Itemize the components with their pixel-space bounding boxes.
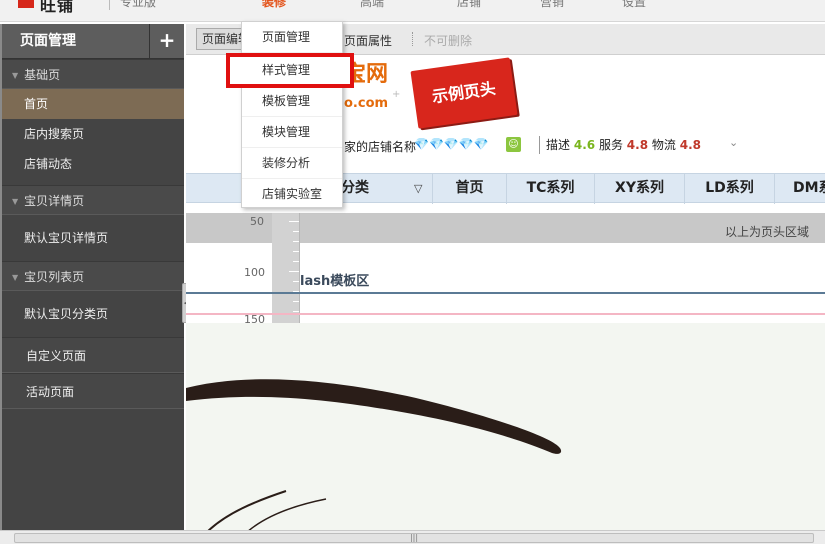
sidebar-header: 页面管理 + [2,24,184,59]
plus-icon[interactable]: + [149,24,184,59]
scrollbar-thumb[interactable]: ||| [14,533,814,543]
triangle-down-icon: ▼ [12,273,19,282]
menu-item-page-manage[interactable]: 页面管理 [242,22,342,53]
menu-item-shop-lab[interactable]: 店铺实验室 [242,179,342,210]
divider [186,313,825,315]
rating-desc-value: 4.6 [573,138,596,152]
sidebar-group-basic[interactable]: ▼ 基础页 [2,59,184,89]
shop-logo-domain: o.com [344,96,389,111]
menu-item-module-manage[interactable]: 模块管理 [242,117,342,148]
banner-text: 示例页头 [430,78,497,107]
nav-item[interactable]: LD系列 [684,174,774,204]
ruler-tick [293,241,299,242]
rating-service-label: 服务 [598,138,623,152]
divider [412,32,413,46]
seller-badge-icon: ☺ [506,137,521,152]
ruler-tick [293,261,299,262]
delete-disabled-label: 不可删除 [424,34,473,48]
ruler-tick [293,281,299,282]
sidebar-group-label: 宝贝列表页 [24,270,85,284]
diamond-icon: 💎💎💎💎💎 [414,137,489,151]
edition-label: 专业版 [120,0,157,9]
divider [109,0,110,10]
nav-item[interactable]: XY系列 [594,174,684,204]
brush-stroke-graphic [186,379,562,530]
nav-item[interactable]: TC系列 [506,174,594,204]
nav-item[interactable]: DM系 [774,174,825,204]
sidebar-item-dynamics[interactable]: 店铺动态 [2,149,184,179]
shop-ratings: 描述 4.6 服务 4.8 物流 4.8 [539,136,701,154]
sidebar: 页面管理 + ▼ 基础页 首页 店内搜索页 店铺动态 ▼ 宝贝详情页 默认宝贝详情页… [0,24,184,530]
tab-marketing[interactable]: 营销 [540,0,564,10]
sample-header-banner: 示例页头 [410,57,518,129]
triangle-down-icon: ▼ [12,71,19,80]
nav-category[interactable]: 分类 [341,174,369,204]
ruler-tick [289,271,299,272]
ruler-label: 100 [244,266,265,279]
plus-icon: + [392,89,401,100]
rating-logistics-label: 物流 [651,138,676,152]
logo-icon [18,0,34,8]
sidebar-item-default-detail[interactable]: 默认宝贝详情页 [2,215,184,261]
sidebar-item-custom[interactable]: 自定义页面 [2,337,184,373]
menu-item-template-manage[interactable]: 模板管理 [242,86,342,117]
flash-template-label: lash模板区 [300,274,370,289]
decorate-dropdown-menu: 页面管理 样式管理 模板管理 模块管理 装修分析 店铺实验室 [226,21,354,210]
ruler-tick [293,231,299,232]
sidebar-item-default-category[interactable]: 默认宝贝分类页 [2,291,184,337]
top-bar: 旺铺 专业版 装修 高端 店铺 营销 设置 [0,0,825,22]
triangle-down-icon: ▼ [12,197,19,206]
horizontal-scrollbar[interactable]: ||| [0,530,825,544]
banner-artwork [186,323,825,530]
sidebar-group-label: 宝贝详情页 [24,194,85,208]
chevron-down-icon[interactable]: ▽ [414,174,422,203]
rating-service-value: 4.8 [626,138,649,152]
divider [186,292,825,294]
tab-premium[interactable]: 高端 [360,0,384,10]
menu-item-style-manage[interactable]: 样式管理 [226,53,354,88]
tab-shop[interactable]: 店铺 [457,0,481,10]
chevron-down-icon[interactable]: ⌄ [729,136,738,149]
menu-item-decorate-analysis[interactable]: 装修分析 [242,148,342,179]
rating-logistics-value: 4.8 [679,138,701,152]
sidebar-item-home[interactable]: 首页 [2,89,184,119]
logo: 旺铺 [40,0,75,15]
nav-item[interactable]: 首页 [432,174,506,204]
tab-settings[interactable]: 设置 [622,0,646,10]
ruler-tick [293,251,299,252]
ruler-tick [293,301,299,302]
sidebar-group-list[interactable]: ▼ 宝贝列表页 [2,261,184,291]
ruler-tick [289,221,299,222]
rating-desc-label: 描述 [546,138,571,152]
ruler-label: 50 [250,215,264,228]
sidebar-group-label: 基础页 [24,68,61,82]
header-area-label: 以上为页头区域 [724,225,809,239]
sidebar-group-detail[interactable]: ▼ 宝贝详情页 [2,185,184,215]
sidebar-title: 页面管理 [20,33,76,49]
tab-decorate[interactable]: 装修 [262,0,286,10]
vertical-ruler: 50 100 150 [244,213,300,326]
ruler-tick [293,311,299,312]
sidebar-item-activity[interactable]: 活动页面 [2,373,184,409]
sidebar-item-search[interactable]: 店内搜索页 [2,119,184,149]
page-props-link[interactable]: 页面属性 [344,32,392,49]
shop-name: 家的店铺名称 [344,140,417,154]
